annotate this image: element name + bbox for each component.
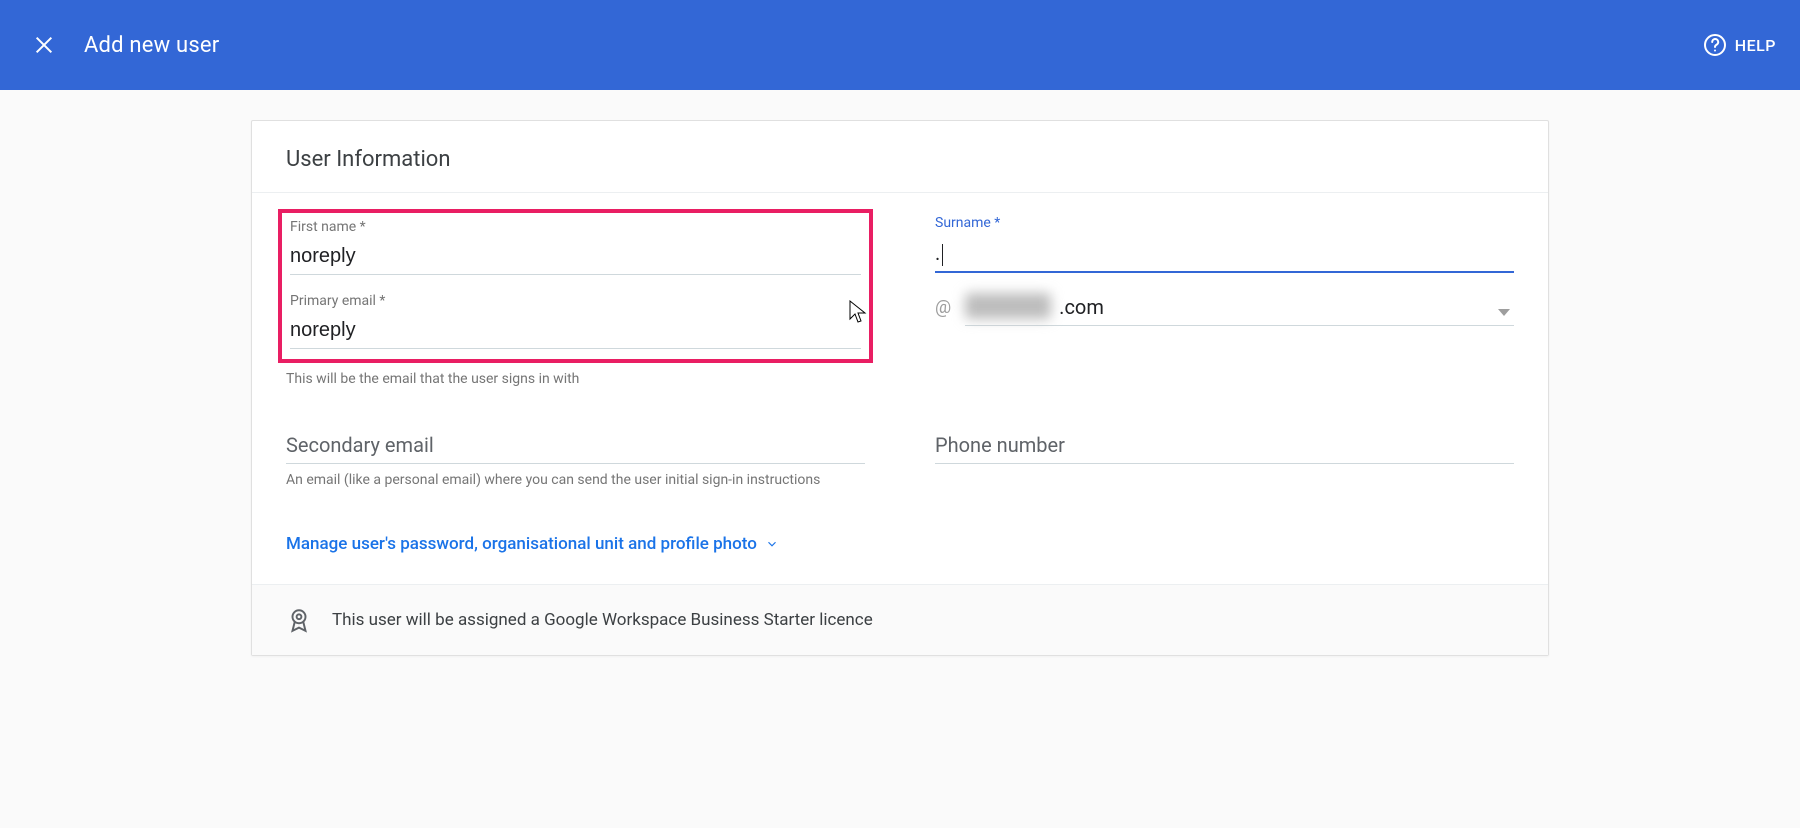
domain-row: @ .com [935,291,1514,326]
card-header: User Information [252,121,1548,193]
card-body: First name * Primary email * This will b… [252,193,1548,584]
surname-label: Surname * [935,215,1514,237]
close-button[interactable] [24,25,64,65]
user-info-card: User Information First name * Primary em… [251,120,1549,656]
close-icon [33,34,55,56]
licence-text: This user will be assigned a Google Work… [332,610,873,630]
help-label: HELP [1735,36,1776,55]
domain-select[interactable]: .com [965,291,1514,326]
secondary-email-input[interactable]: Secondary email [286,431,865,464]
manage-link-label: Manage user's password, organisational u… [286,534,757,554]
first-name-label: First name * [290,219,861,241]
highlighted-region: First name * Primary email * [278,209,873,363]
chevron-down-icon [765,537,779,551]
primary-email-label: Primary email * [290,293,861,315]
manage-expand-link[interactable]: Manage user's password, organisational u… [286,534,1514,554]
at-symbol: @ [935,297,951,326]
secondary-email-helper: An email (like a personal email) where y… [286,472,865,488]
badge-icon [286,607,312,633]
text-caret [942,244,943,266]
domain-suffix: .com [965,295,1104,319]
section-title: User Information [286,147,1514,172]
primary-email-field: Primary email * [290,293,861,349]
app-bar: Add new user HELP [0,0,1800,90]
page-title: Add new user [84,33,219,58]
phone-input[interactable]: Phone number [935,431,1514,464]
licence-footer: This user will be assigned a Google Work… [252,584,1548,655]
first-name-input[interactable] [290,241,861,275]
first-name-field: First name * [290,219,861,275]
surname-field: Surname * . [935,215,1514,273]
surname-input[interactable]: . [935,237,1514,273]
chevron-down-icon [1498,309,1510,316]
primary-email-input[interactable] [290,315,861,349]
help-icon [1703,33,1727,57]
primary-email-helper: This will be the email that the user sig… [286,371,865,387]
surname-value: . [935,241,940,265]
help-button[interactable]: HELP [1703,33,1776,57]
